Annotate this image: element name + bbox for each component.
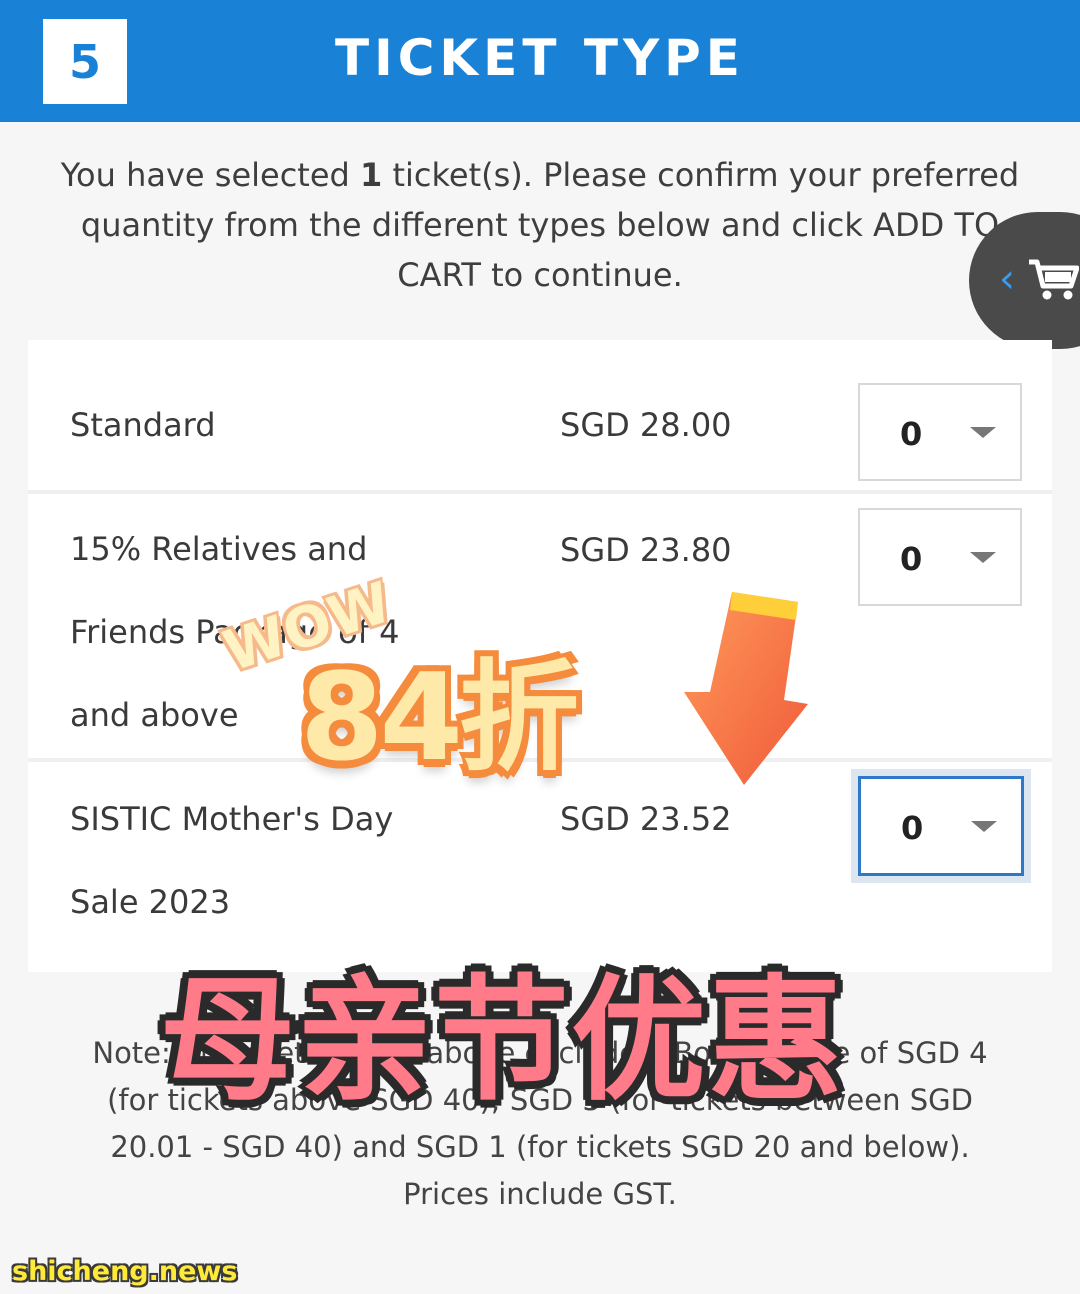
quantity-value: 0 — [900, 540, 923, 578]
ticket-price-standard: SGD 28.00 — [560, 406, 732, 444]
mothers-day-banner: 母亲节优惠 — [160, 962, 845, 1119]
down-arrow-icon — [684, 592, 808, 785]
discount-sticker: 84折 — [300, 649, 579, 788]
page-title: TICKET TYPE — [335, 29, 745, 87]
intro-text-before: You have selected — [60, 156, 361, 194]
quantity-value: 0 — [901, 809, 924, 847]
ticket-price-relatives-friends: SGD 23.80 — [560, 531, 732, 569]
ticket-price-mothers-day: SGD 23.52 — [560, 800, 732, 838]
page-header: 5 TICKET TYPE — [0, 0, 1080, 122]
row-divider — [28, 490, 1052, 494]
quantity-select-mothers-day[interactable]: 0 — [858, 776, 1024, 876]
quantity-select-relatives-friends[interactable]: 0 — [858, 508, 1022, 606]
dropdown-caret-icon — [971, 821, 997, 832]
quantity-select-standard[interactable]: 0 — [858, 383, 1022, 481]
quantity-value: 0 — [900, 415, 923, 453]
ticket-name-mothers-day: SISTIC Mother's Day Sale 2023 — [70, 778, 393, 944]
selection-instructions: You have selected 1 ticket(s). Please co… — [40, 150, 1040, 300]
dropdown-caret-icon — [970, 552, 996, 563]
shopping-cart-icon — [1029, 259, 1079, 300]
ticket-name-standard: Standard — [70, 406, 216, 444]
dropdown-caret-icon — [970, 427, 996, 438]
selected-ticket-count: 1 — [360, 156, 383, 194]
chevron-left-icon: ‹ — [999, 256, 1015, 302]
site-watermark: shicheng.news — [12, 1256, 238, 1287]
